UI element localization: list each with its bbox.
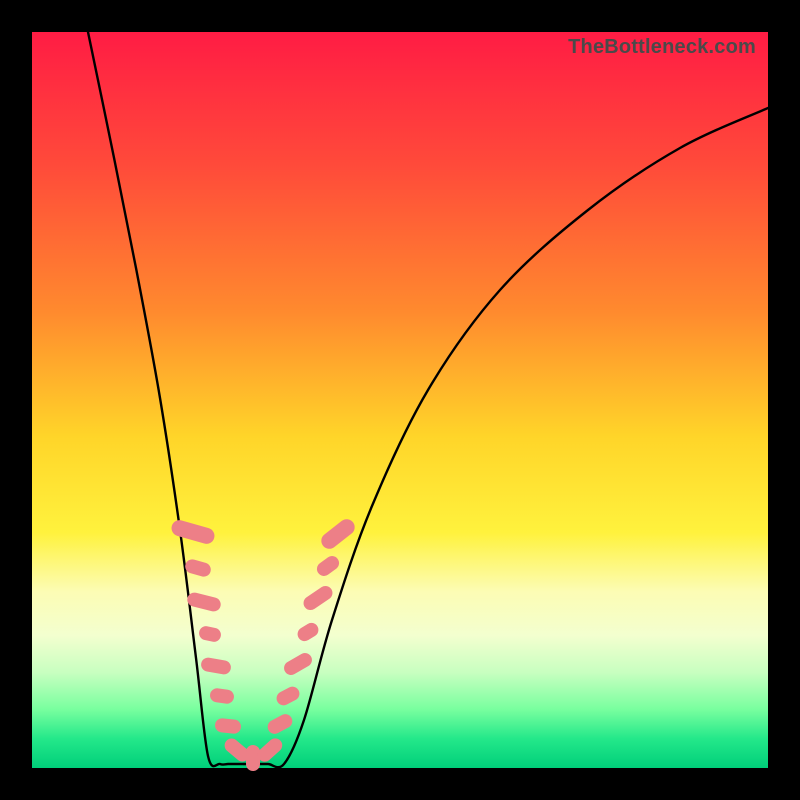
bead-bottom-1	[246, 745, 260, 771]
bead-right-6	[318, 516, 358, 552]
chart-frame: TheBottleneck.com	[0, 0, 800, 800]
bead-right-3	[295, 620, 321, 644]
bead-right-4	[301, 583, 335, 613]
curve-layer	[32, 32, 768, 768]
bead-left-3	[198, 625, 222, 643]
bead-left-4	[200, 657, 232, 676]
bottleneck-curve-left	[88, 32, 244, 766]
bead-left-6	[214, 718, 241, 735]
bottleneck-curve-right	[244, 108, 768, 767]
bead-left-0	[170, 518, 217, 546]
bead-right-0	[265, 712, 295, 737]
bead-left-5	[209, 687, 235, 704]
bead-right-5	[314, 553, 342, 578]
bead-left-1	[184, 558, 213, 579]
bead-right-2	[282, 650, 315, 677]
bead-right-1	[274, 684, 302, 708]
beads-group	[170, 516, 358, 771]
plot-area: TheBottleneck.com	[32, 32, 768, 768]
